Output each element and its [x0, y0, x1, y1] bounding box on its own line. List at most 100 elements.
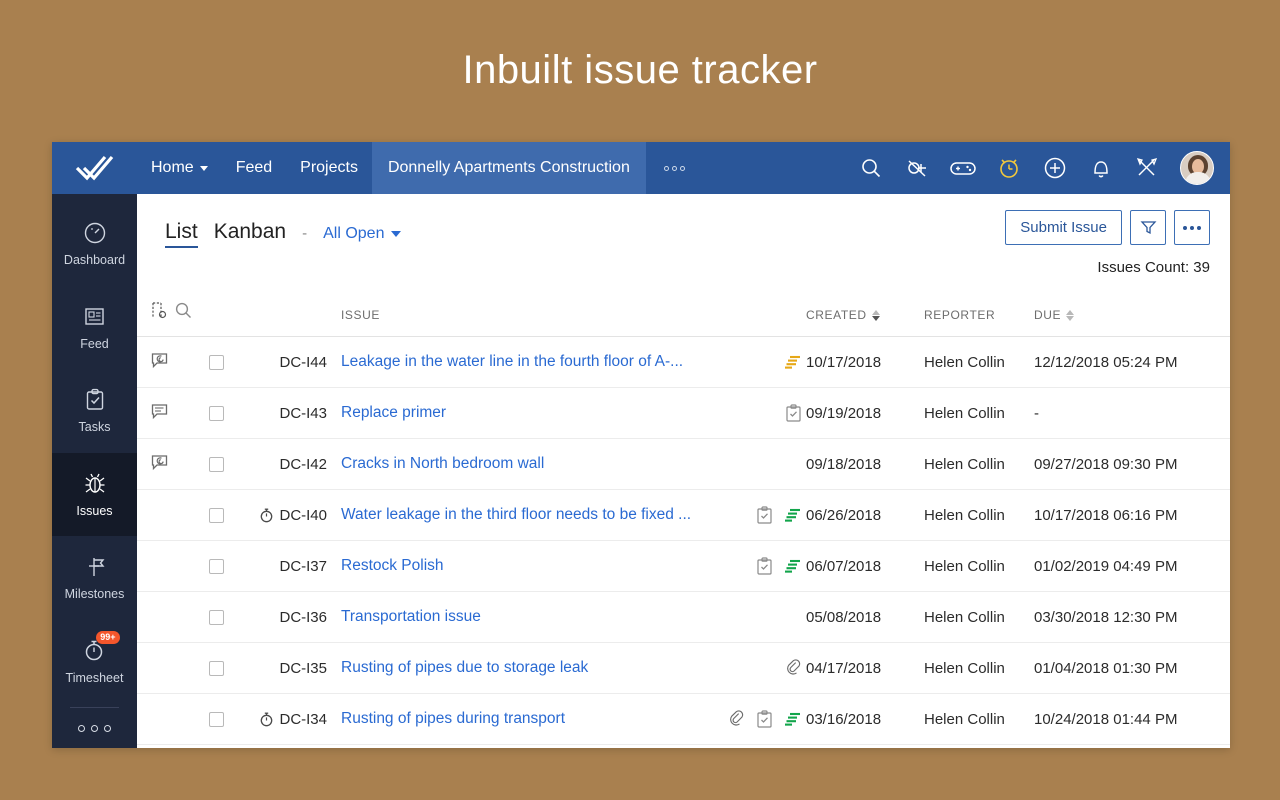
header-created-label: CREATED [806, 308, 867, 322]
row-created: 05/08/2018 [806, 592, 924, 643]
table-row[interactable]: DC-I43 Replace primer 09/19/2018 Helen C… [137, 388, 1230, 439]
table-row[interactable]: DC-I34 Rusting of pipes during transport… [137, 694, 1230, 745]
search-icon[interactable] [858, 155, 884, 181]
tab-list[interactable]: List [165, 220, 198, 248]
row-created: 09/18/2018 [806, 439, 924, 490]
table-row[interactable]: DC-I40 Water leakage in the third floor … [137, 490, 1230, 541]
plug-icon[interactable] [904, 155, 930, 181]
table-row[interactable]: DC-I36 Transportation issue 05/08/2018 H… [137, 592, 1230, 643]
header-due[interactable]: DUE [1034, 294, 1230, 337]
row-title-cell: Replace primer [335, 388, 698, 439]
row-comment-flag[interactable] [137, 388, 175, 439]
sidebar-item-milestones[interactable]: Milestones [52, 536, 137, 620]
submit-issue-button[interactable]: Submit Issue [1005, 210, 1122, 245]
description-orange-icon [784, 354, 802, 370]
app-body: Dashboard Feed Tasks Issues [52, 194, 1230, 748]
row-issue-title-link[interactable]: Replace primer [335, 404, 446, 422]
app-window: Home Feed Projects Donnelly Apartments C… [52, 142, 1230, 748]
sort-arrows-icon [1066, 310, 1074, 321]
add-circle-icon[interactable] [1042, 155, 1068, 181]
table-row[interactable]: DC-I35 Rusting of pipes due to storage l… [137, 643, 1230, 694]
row-reporter: Helen Collin [924, 541, 1034, 592]
row-checkbox-cell [209, 490, 243, 541]
sidebar-item-feed[interactable]: Feed [52, 286, 137, 370]
row-id-cell: DC-I44 [243, 337, 335, 388]
row-checkbox[interactable] [209, 406, 224, 421]
bell-icon[interactable] [1088, 155, 1114, 181]
nav-item-projects[interactable]: Projects [286, 142, 372, 194]
user-avatar[interactable] [1180, 151, 1214, 185]
main-content: List Kanban - All Open Submit Issue [137, 194, 1230, 748]
header-issue[interactable]: ISSUE [335, 294, 698, 337]
timesheet-badge: 99+ [96, 631, 119, 644]
sidebar-item-issues[interactable]: Issues [52, 453, 137, 537]
flag-post-icon [82, 554, 108, 580]
filter-button[interactable] [1130, 210, 1166, 245]
more-options-button[interactable] [1174, 210, 1210, 245]
description-green-icon [784, 711, 802, 727]
row-issue-title-link[interactable]: Cracks in North bedroom wall [335, 455, 544, 473]
row-checkbox[interactable] [209, 457, 224, 472]
row-issue-title-link[interactable]: Rusting of pipes due to storage leak [335, 659, 588, 677]
active-project-tab[interactable]: Donnelly Apartments Construction [372, 142, 646, 194]
row-checkbox[interactable] [209, 661, 224, 676]
row-checkbox[interactable] [209, 610, 224, 625]
chevron-down-icon [200, 166, 208, 171]
tab-kanban[interactable]: Kanban [214, 220, 286, 244]
table-row[interactable]: DC-I37 Restock Polish 06/07/2018 Helen C… [137, 541, 1230, 592]
row-issue-title-link[interactable]: Leakage in the water line in the fourth … [335, 353, 683, 371]
row-issue-title-link[interactable]: Water leakage in the third floor needs t… [335, 506, 691, 524]
sidebar-item-timesheet[interactable]: 99+ Timesheet [52, 620, 137, 704]
row-checkbox[interactable] [209, 712, 224, 727]
row-comment-flag [137, 694, 175, 745]
row-checkbox[interactable] [209, 355, 224, 370]
sidebar-item-dashboard[interactable]: Dashboard [52, 202, 137, 286]
row-reporter: Helen Collin [924, 592, 1034, 643]
checklist-icon [756, 506, 773, 524]
sidebar-item-dashboard-label: Dashboard [64, 253, 125, 267]
toolbar-buttons: Submit Issue [1005, 210, 1210, 245]
row-comment-flag[interactable] [137, 337, 175, 388]
row-checkbox[interactable] [209, 559, 224, 574]
nav-item-home[interactable]: Home [137, 142, 222, 194]
header-search-button[interactable] [175, 294, 209, 337]
nav-item-feed[interactable]: Feed [222, 142, 286, 194]
row-comment-flag[interactable] [137, 439, 175, 490]
header-column-settings[interactable] [137, 294, 175, 337]
row-issue-id: DC-I44 [279, 354, 327, 371]
game-controller-icon[interactable] [950, 155, 976, 181]
row-comment-flag [137, 643, 175, 694]
sidebar-more-button[interactable] [52, 708, 137, 748]
row-issue-title-link[interactable]: Rusting of pipes during transport [335, 710, 565, 728]
ellipsis-icon [1183, 226, 1201, 230]
row-issue-title-link[interactable]: Transportation issue [335, 608, 481, 626]
table-row[interactable]: DC-I42 Cracks in North bedroom wall 09/1… [137, 439, 1230, 490]
timer-clock-icon[interactable] [996, 155, 1022, 181]
stopwatch-icon: 99+ [82, 638, 108, 664]
speedometer-icon [82, 220, 108, 246]
app-logo[interactable] [52, 142, 137, 194]
sidebar-item-tasks[interactable]: Tasks [52, 369, 137, 453]
table-row[interactable]: DC-I44 Leakage in the water line in the … [137, 337, 1230, 388]
description-green-icon [784, 507, 802, 523]
tools-icon[interactable] [1134, 155, 1160, 181]
toolbar-separator: - [302, 225, 307, 242]
row-reporter: Helen Collin [924, 439, 1034, 490]
row-due: 10/17/2018 06:16 PM [1034, 490, 1230, 541]
row-created: 06/26/2018 [806, 490, 924, 541]
status-filter-dropdown[interactable]: All Open [323, 225, 401, 243]
header-select-all [209, 294, 243, 337]
row-meta-icons [698, 694, 806, 745]
row-created: 03/16/2018 [806, 694, 924, 745]
header-reporter[interactable]: REPORTER [924, 294, 1034, 337]
row-checkbox-cell [209, 439, 243, 490]
row-due: 10/24/2018 01:44 PM [1034, 694, 1230, 745]
row-checkbox[interactable] [209, 508, 224, 523]
row-spacer [175, 388, 209, 439]
row-id-cell: DC-I34 [243, 694, 335, 745]
header-created[interactable]: CREATED [806, 294, 924, 337]
row-checkbox-cell [209, 592, 243, 643]
row-issue-title-link[interactable]: Restock Polish [335, 557, 444, 575]
nav-more-button[interactable] [646, 142, 703, 194]
issues-toolbar: List Kanban - All Open Submit Issue [137, 194, 1230, 294]
